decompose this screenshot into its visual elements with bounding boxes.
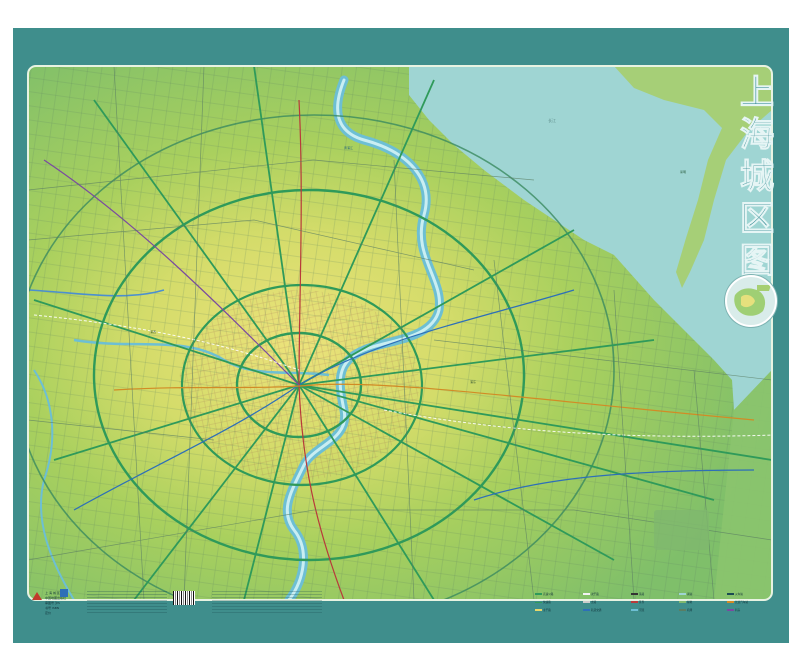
airport-area [654, 510, 709, 550]
legend-item: 支路 [583, 600, 596, 604]
map-page: { "title": "上海城区图", "title_chars": ["上",… [0, 0, 800, 650]
legend-item: 湖泊 [679, 592, 692, 596]
title-char: 上 [740, 73, 775, 114]
location-inset-map [725, 275, 777, 327]
legend-item: 火车站 [727, 592, 743, 596]
legend-item: 绿地 [679, 600, 692, 604]
publisher-line: 审图号 沪S [45, 601, 60, 605]
legend-item: 高速公路 [535, 592, 553, 596]
publisher-emblem-icon [60, 589, 68, 597]
legend-item: 主干路 [535, 608, 551, 612]
legend-item: 铁路 [631, 592, 644, 596]
publisher-line: 定价 [45, 611, 52, 615]
legend-item: 次干路 [583, 592, 599, 596]
title-char: 海 [740, 115, 775, 156]
legend-item: 区界 [631, 600, 644, 604]
publisher-logo-icon [32, 592, 42, 600]
legend-item: 河流 [631, 608, 644, 612]
legend-item: 机场 [679, 608, 692, 612]
publisher-line: 书号 ISBN [45, 606, 60, 610]
city-map [27, 65, 773, 601]
map-title: 上 海 城 区 图 [737, 72, 777, 282]
map-label: 崇明 [680, 170, 687, 174]
map-label: 黄浦江 [344, 146, 354, 150]
map-notes-fineprint [212, 589, 322, 613]
map-label: 浦西 [150, 330, 157, 334]
title-char: 区 [740, 199, 775, 240]
footer-info: 上 海 城 区 图 中国地图出版社 审图号 沪S 书号 ISBN 定价 高速公路… [27, 586, 773, 624]
publisher-fineprint [87, 589, 167, 613]
legend-item: 轨道交通 [583, 608, 601, 612]
map-label: 长江 [548, 118, 556, 123]
legend-item: 快速路 [535, 600, 551, 604]
map-label: 浦东 [470, 380, 477, 384]
legend-item: 长途汽车站 [727, 600, 748, 604]
legend-item: 码头 [727, 608, 740, 612]
map-legend: 高速公路 快速路 主干路 次干路 支路 轨道交通 铁路 区界 河流 湖泊 绿地 … [535, 590, 771, 620]
barcode [173, 591, 195, 605]
title-char: 城 [740, 157, 775, 198]
